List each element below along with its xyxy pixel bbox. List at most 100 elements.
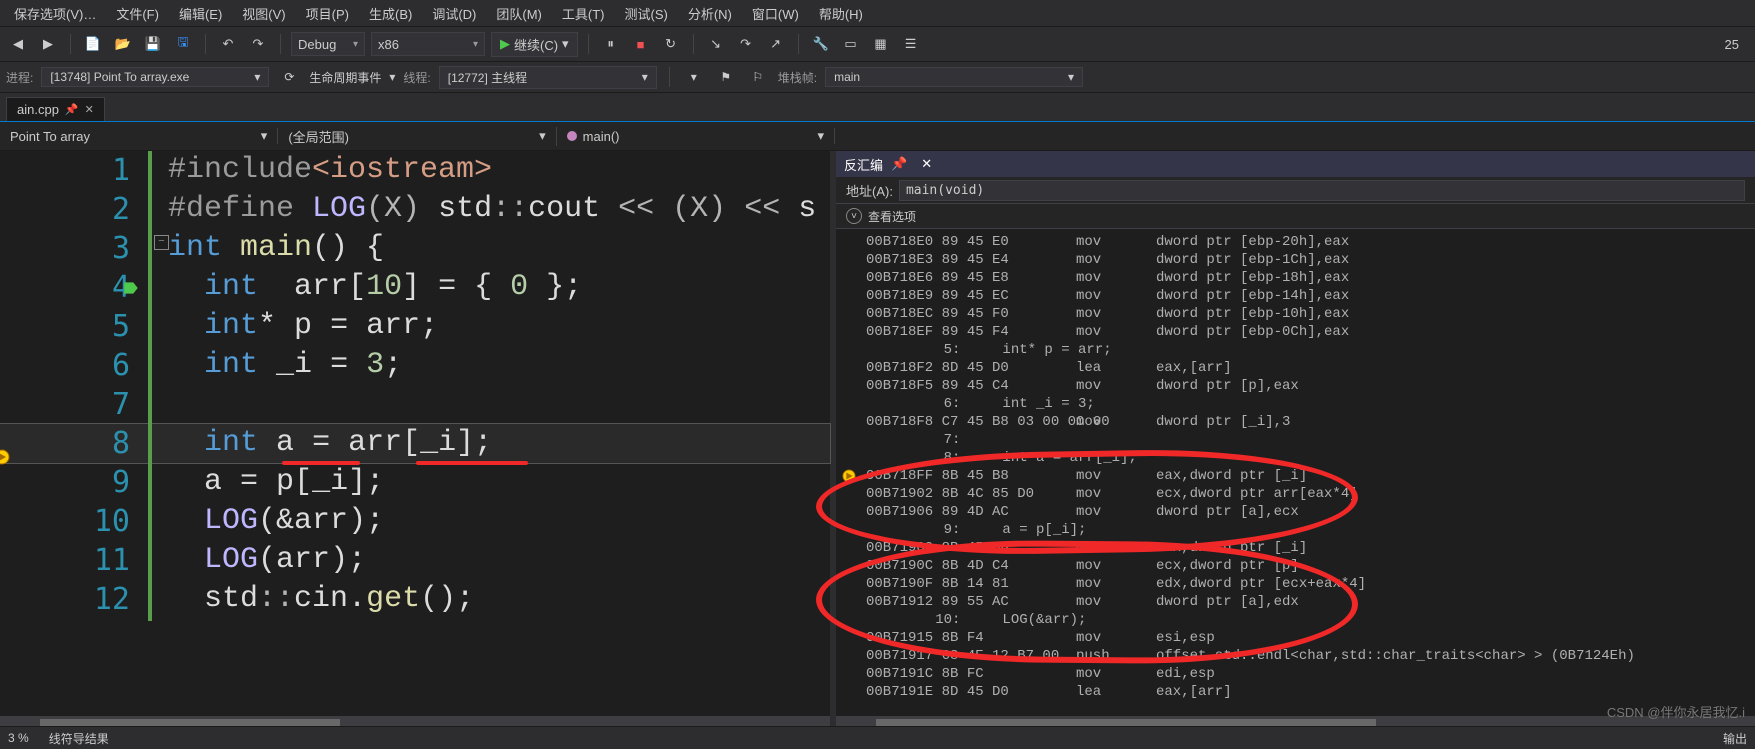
menu-item[interactable]: 视图(V) [234, 1, 293, 26]
menu-item[interactable]: 帮助(H) [811, 1, 871, 26]
close-icon[interactable]: ✕ [921, 156, 932, 172]
save-icon[interactable]: 💾 [141, 32, 165, 56]
window-icon[interactable]: ▭ [839, 32, 863, 56]
disasm-row[interactable]: 7: [866, 431, 1755, 449]
code-line[interactable]: 5 int* p = arr; [0, 307, 830, 346]
code-line[interactable]: 7 [0, 385, 830, 424]
close-icon[interactable]: ✕ [85, 103, 94, 116]
disasm-row[interactable]: 00B718E6 89 45 E8 movdword ptr [ebp-18h]… [866, 269, 1755, 287]
menu-item[interactable]: 生成(B) [361, 1, 420, 26]
menu-item[interactable]: 文件(F) [108, 1, 167, 26]
disasm-row[interactable]: 00B718F8 C7 45 B8 03 00 00 00movdword pt… [866, 413, 1755, 431]
step-into-icon[interactable]: ↘ [704, 32, 728, 56]
code-line[interactable]: 3int main() { [0, 229, 830, 268]
code-text[interactable]: int arr[10] = { 0 }; [158, 268, 830, 307]
disasm-row[interactable]: 6: int _i = 3; [866, 395, 1755, 413]
code-line[interactable]: 1#include<iostream> [0, 151, 830, 190]
menu-item[interactable]: 工具(T) [554, 1, 613, 26]
menu-item[interactable]: 编辑(E) [171, 1, 230, 26]
thread-combo[interactable]: [12772] 主线程▾ [439, 66, 657, 89]
continue-button[interactable]: ▶继续(C)▾ [491, 32, 578, 57]
disasm-row[interactable]: 00B71917 68 4E 12 B7 00 pushoffset std::… [866, 647, 1755, 665]
code-text[interactable]: #define LOG(X) std::cout << (X) << s [158, 190, 830, 229]
code-line[interactable]: 12 std::cin.get(); [0, 580, 830, 619]
menu-item[interactable]: 测试(S) [616, 1, 675, 26]
menu-item[interactable]: 团队(M) [488, 1, 550, 26]
flag2-icon[interactable]: ⚐ [746, 65, 770, 89]
tab-main-cpp[interactable]: ain.cpp 📌 ✕ [6, 97, 105, 121]
save-all-icon[interactable]: 🖫 [171, 32, 195, 56]
disasm-row[interactable]: 00B7190F 8B 14 81 movedx,dword ptr [ecx+… [866, 575, 1755, 593]
stop-icon[interactable]: ■ [629, 32, 653, 56]
code-line[interactable]: 8 int a = arr[_i]; [0, 424, 830, 463]
disasm-row[interactable]: 00B718F2 8D 45 D0 leaeax,[arr] [866, 359, 1755, 377]
code-text[interactable] [158, 385, 830, 424]
restart-icon[interactable]: ↻ [659, 32, 683, 56]
flag-icon[interactable]: ⚑ [714, 65, 738, 89]
disasm-row[interactable]: 00B718FF 8B 45 B8 moveax,dword ptr [_i] [866, 467, 1755, 485]
nav-fwd-icon[interactable]: ▶ [36, 32, 60, 56]
toolbox-icon[interactable]: 🔧 [809, 32, 833, 56]
filter-icon[interactable]: ▾ [682, 65, 706, 89]
open-icon[interactable]: 📂 [111, 32, 135, 56]
new-file-icon[interactable]: 📄 [81, 32, 105, 56]
code-text[interactable]: std::cin.get(); [158, 580, 830, 619]
disasm-row[interactable]: 00B71912 89 55 AC movdword ptr [a],edx [866, 593, 1755, 611]
menu-item[interactable]: 项目(P) [298, 1, 357, 26]
menu-item[interactable]: 保存选项(V)… [6, 1, 104, 26]
disasm-row[interactable]: 00B718EF 89 45 F4 movdword ptr [ebp-0Ch]… [866, 323, 1755, 341]
disasm-row[interactable]: 00B718E0 89 45 E0 movdword ptr [ebp-20h]… [866, 233, 1755, 251]
code-line[interactable]: 2#define LOG(X) std::cout << (X) << s [0, 190, 830, 229]
disasm-body[interactable]: 00B718E0 89 45 E0 movdword ptr [ebp-20h]… [836, 229, 1755, 732]
code-text[interactable]: int main() { [158, 229, 830, 268]
code-text[interactable]: LOG(arr); [158, 541, 830, 580]
nav-function[interactable]: main()▾ [557, 128, 835, 144]
windows-icon[interactable]: ▦ [869, 32, 893, 56]
fold-toggle-icon[interactable]: − [154, 235, 169, 250]
code-text[interactable]: int a = arr[_i]; [158, 424, 830, 463]
disasm-row[interactable]: 00B71906 89 4D AC movdword ptr [a],ecx [866, 503, 1755, 521]
code-text[interactable]: int _i = 3; [158, 346, 830, 385]
disasm-row[interactable]: 00B71909 8B 45 B8 moveax,dword ptr [_i] [866, 539, 1755, 557]
redo-icon[interactable]: ↷ [246, 32, 270, 56]
code-line[interactable]: 4 int arr[10] = { 0 }; [0, 268, 830, 307]
disasm-row[interactable]: 00B718EC 89 45 F0 movdword ptr [ebp-10h]… [866, 305, 1755, 323]
disasm-row[interactable]: 9: a = p[_i]; [866, 521, 1755, 539]
step-out-icon[interactable]: ↗ [764, 32, 788, 56]
code-text[interactable]: LOG(&arr); [158, 502, 830, 541]
menu-item[interactable]: 调试(D) [424, 1, 484, 26]
disasm-row[interactable]: 00B718E9 89 45 EC movdword ptr [ebp-14h]… [866, 287, 1755, 305]
code-line[interactable]: 9 a = p[_i]; [0, 463, 830, 502]
list-icon[interactable]: ☰ [899, 32, 923, 56]
disasm-row[interactable]: 00B718E3 89 45 E4 movdword ptr [ebp-1Ch]… [866, 251, 1755, 269]
code-text[interactable]: #include<iostream> [158, 151, 830, 190]
disasm-row[interactable]: 00B7191E 8D 45 D0 leaeax,[arr] [866, 683, 1755, 701]
config-combo[interactable]: Debug▾ [291, 32, 365, 56]
disasm-row[interactable]: 00B7190C 8B 4D C4 movecx,dword ptr [p] [866, 557, 1755, 575]
nav-project[interactable]: Point To array▾ [0, 128, 278, 144]
code-editor[interactable]: 1#include<iostream>2#define LOG(X) std::… [0, 151, 830, 732]
code-text[interactable]: int* p = arr; [158, 307, 830, 346]
disasm-row[interactable]: 00B718F5 89 45 C4 movdword ptr [p],eax [866, 377, 1755, 395]
disasm-row[interactable]: 8: int a = arr[_i]; [866, 449, 1755, 467]
code-line[interactable]: 10 LOG(&arr); [0, 502, 830, 541]
disasm-options[interactable]: ˅ 查看选项 [836, 204, 1755, 229]
process-combo[interactable]: [13748] Point To array.exe▾ [41, 67, 269, 87]
stack-combo[interactable]: main▾ [825, 67, 1083, 87]
output-tab[interactable]: 输出 [1723, 730, 1747, 747]
nav-back-icon[interactable]: ◀ [6, 32, 30, 56]
pin-icon[interactable]: 📌 [891, 156, 907, 172]
pin-icon[interactable]: 📌 [65, 103, 79, 116]
code-line[interactable]: 11 LOG(arr); [0, 541, 830, 580]
menu-item[interactable]: 窗口(W) [744, 1, 807, 26]
disasm-row[interactable]: 10: LOG(&arr); [866, 611, 1755, 629]
disasm-row[interactable]: 00B7191C 8B FC movedi,esp [866, 665, 1755, 683]
zoom-level[interactable]: 3 % [8, 731, 29, 745]
code-line[interactable]: 6 int _i = 3; [0, 346, 830, 385]
step-over-icon[interactable]: ↷ [734, 32, 758, 56]
menu-item[interactable]: 分析(N) [680, 1, 740, 26]
disasm-row[interactable]: 5: int* p = arr; [866, 341, 1755, 359]
nav-scope[interactable]: (全局范围)▾ [278, 127, 556, 146]
lifecycle-icon[interactable]: ⟳ [277, 65, 301, 89]
code-text[interactable]: a = p[_i]; [158, 463, 830, 502]
